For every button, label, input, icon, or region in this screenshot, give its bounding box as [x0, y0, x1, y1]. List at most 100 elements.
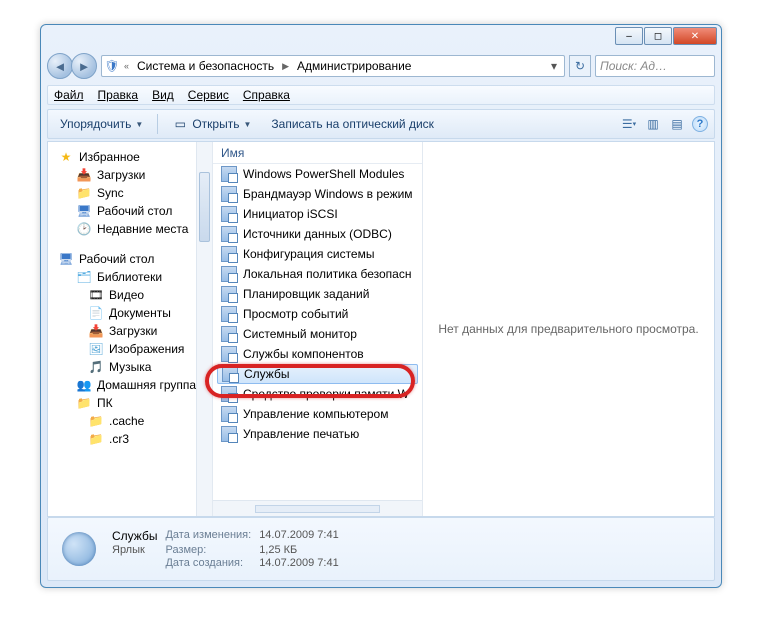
maximize-button[interactable]: ◻	[644, 27, 672, 45]
search-input[interactable]: Поиск: Ад…	[595, 55, 715, 77]
file-name: Источники данных (ODBC)	[243, 227, 392, 241]
address-dropdown[interactable]: ▾	[546, 59, 562, 73]
chevron-left-icon: «	[124, 61, 129, 71]
shortcut-icon	[221, 206, 237, 222]
details-type: Ярлык	[112, 544, 157, 556]
column-header-name[interactable]: Имя	[213, 142, 422, 164]
nav-libraries[interactable]: 🗂Библиотеки	[54, 268, 212, 286]
details-created-label: Дата создания:	[165, 557, 251, 569]
recent-icon: 🕑	[76, 221, 92, 237]
shortcut-icon	[221, 406, 237, 422]
menu-bar: Файл Правка Вид Сервис Справка	[47, 85, 715, 105]
nav-lib-music[interactable]: 🎵Музыка	[54, 358, 212, 376]
file-name: Планировщик заданий	[243, 287, 369, 301]
file-name: Windows PowerShell Modules	[243, 167, 404, 181]
refresh-button[interactable]: ↻	[569, 55, 591, 77]
nav-recent[interactable]: 🕑Недавние места	[54, 220, 212, 238]
gear-icon	[62, 532, 96, 566]
file-name: Средство проверки памяти W	[243, 387, 409, 401]
search-placeholder: Поиск: Ад…	[600, 59, 667, 73]
file-row[interactable]: Брандмауэр Windows в режим	[213, 184, 422, 204]
file-row[interactable]: Управление печатью	[213, 424, 422, 444]
close-button[interactable]: ✕	[673, 27, 717, 45]
file-row[interactable]: Источники данных (ODBC)	[213, 224, 422, 244]
shortcut-icon	[221, 326, 237, 342]
burn-button[interactable]: Записать на оптический диск	[265, 115, 440, 133]
folder-icon: 📥	[76, 167, 92, 183]
menu-view[interactable]: Вид	[152, 88, 174, 102]
nav-pc-cache[interactable]: 📁.cache	[54, 412, 212, 430]
nav-lib-pictures[interactable]: 🖼Изображения	[54, 340, 212, 358]
file-row[interactable]: Службы	[217, 364, 418, 384]
nav-sync[interactable]: 📁Sync	[54, 184, 212, 202]
help-button[interactable]: ?	[692, 116, 708, 132]
nav-homegroup[interactable]: 👥Домашняя группа	[54, 376, 212, 394]
breadcrumb-item[interactable]: Администрирование	[293, 56, 415, 76]
file-name: Брандмауэр Windows в режим	[243, 187, 413, 201]
navigation-pane: ★Избранное 📥Загрузки 📁Sync 🖥Рабочий стол…	[48, 142, 213, 516]
menu-help[interactable]: Справка	[243, 88, 290, 102]
breadcrumb[interactable]: 🛡 « Система и безопасность ▶ Администрир…	[101, 55, 565, 77]
file-row[interactable]: Планировщик заданий	[213, 284, 422, 304]
forward-button[interactable]: ►	[71, 53, 97, 79]
file-row[interactable]: Инициатор iSCSI	[213, 204, 422, 224]
content-area: Имя Windows PowerShell Modules Брандмауэр…	[213, 142, 714, 516]
nav-pc[interactable]: 📁ПК	[54, 394, 212, 412]
back-button[interactable]: ◄	[47, 53, 73, 79]
star-icon: ★	[58, 149, 74, 165]
view-options-button[interactable]: ☰▾	[620, 115, 638, 133]
titlebar: – ◻ ✕	[41, 25, 721, 51]
nav-desktop-fav[interactable]: 🖥Рабочий стол	[54, 202, 212, 220]
file-row[interactable]: Системный монитор	[213, 324, 422, 344]
organize-button[interactable]: Упорядочить▼	[54, 115, 149, 133]
file-name: Конфигурация системы	[243, 247, 374, 261]
file-row[interactable]: Управление компьютером	[213, 404, 422, 424]
preview-pane: Нет данных для предварительного просмотр…	[423, 142, 714, 516]
folder-icon: 📁	[88, 431, 104, 447]
documents-icon: 📄	[88, 305, 104, 321]
nav-desktop[interactable]: 🖥Рабочий стол	[54, 250, 212, 268]
breadcrumb-item[interactable]: Система и безопасность	[133, 56, 278, 76]
file-row[interactable]: Конфигурация системы	[213, 244, 422, 264]
nav-pc-cr3[interactable]: 📁.cr3	[54, 430, 212, 448]
preview-empty-text: Нет данных для предварительного просмотр…	[438, 322, 698, 336]
file-row[interactable]: Службы компонентов	[213, 344, 422, 364]
shortcut-icon	[221, 386, 237, 402]
toolbar: Упорядочить▼ ▭Открыть▼ Записать на оптич…	[47, 109, 715, 139]
details-pane: Службы Дата изменения: 14.07.2009 7:41 Я…	[47, 517, 715, 581]
file-row[interactable]: Просмотр событий	[213, 304, 422, 324]
open-button[interactable]: ▭Открыть▼	[166, 114, 257, 134]
minimize-button[interactable]: –	[615, 27, 643, 45]
favorites-header[interactable]: ★Избранное	[54, 148, 212, 166]
file-name: Инициатор iSCSI	[243, 207, 338, 221]
nav-downloads[interactable]: 📥Загрузки	[54, 166, 212, 184]
nav-lib-video[interactable]: 🎞Видео	[54, 286, 212, 304]
explorer-window: – ◻ ✕ ◄ ► 🛡 « Система и безопасность ▶ А…	[40, 24, 722, 588]
nav-lib-docs[interactable]: 📄Документы	[54, 304, 212, 322]
details-modified-value: 14.07.2009 7:41	[259, 529, 339, 543]
file-row[interactable]: Средство проверки памяти W	[213, 384, 422, 404]
details-pane-button[interactable]: ▤	[668, 115, 686, 133]
open-icon: ▭	[172, 116, 188, 132]
details-size-value: 1,25 КБ	[259, 544, 339, 556]
shortcut-icon	[221, 166, 237, 182]
file-row[interactable]: Локальная политика безопасн	[213, 264, 422, 284]
file-name: Просмотр событий	[243, 307, 348, 321]
file-list: Имя Windows PowerShell Modules Брандмауэр…	[213, 142, 423, 516]
shortcut-icon	[221, 426, 237, 442]
preview-pane-button[interactable]: ▥	[644, 115, 662, 133]
shortcut-icon	[221, 226, 237, 242]
file-name: Управление компьютером	[243, 407, 388, 421]
menu-edit[interactable]: Правка	[98, 88, 139, 102]
details-modified-label: Дата изменения:	[165, 529, 251, 543]
folder-icon: 📁	[76, 185, 92, 201]
menu-tools[interactable]: Сервис	[188, 88, 229, 102]
body: ★Избранное 📥Загрузки 📁Sync 🖥Рабочий стол…	[47, 141, 715, 517]
nav-lib-downloads[interactable]: 📥Загрузки	[54, 322, 212, 340]
video-icon: 🎞	[88, 287, 104, 303]
menu-file[interactable]: Файл	[54, 88, 84, 102]
nav-scrollbar[interactable]	[196, 142, 212, 516]
file-row[interactable]: Windows PowerShell Modules	[213, 164, 422, 184]
desktop-icon: 🖥	[58, 251, 74, 267]
horizontal-scrollbar[interactable]	[213, 500, 422, 516]
